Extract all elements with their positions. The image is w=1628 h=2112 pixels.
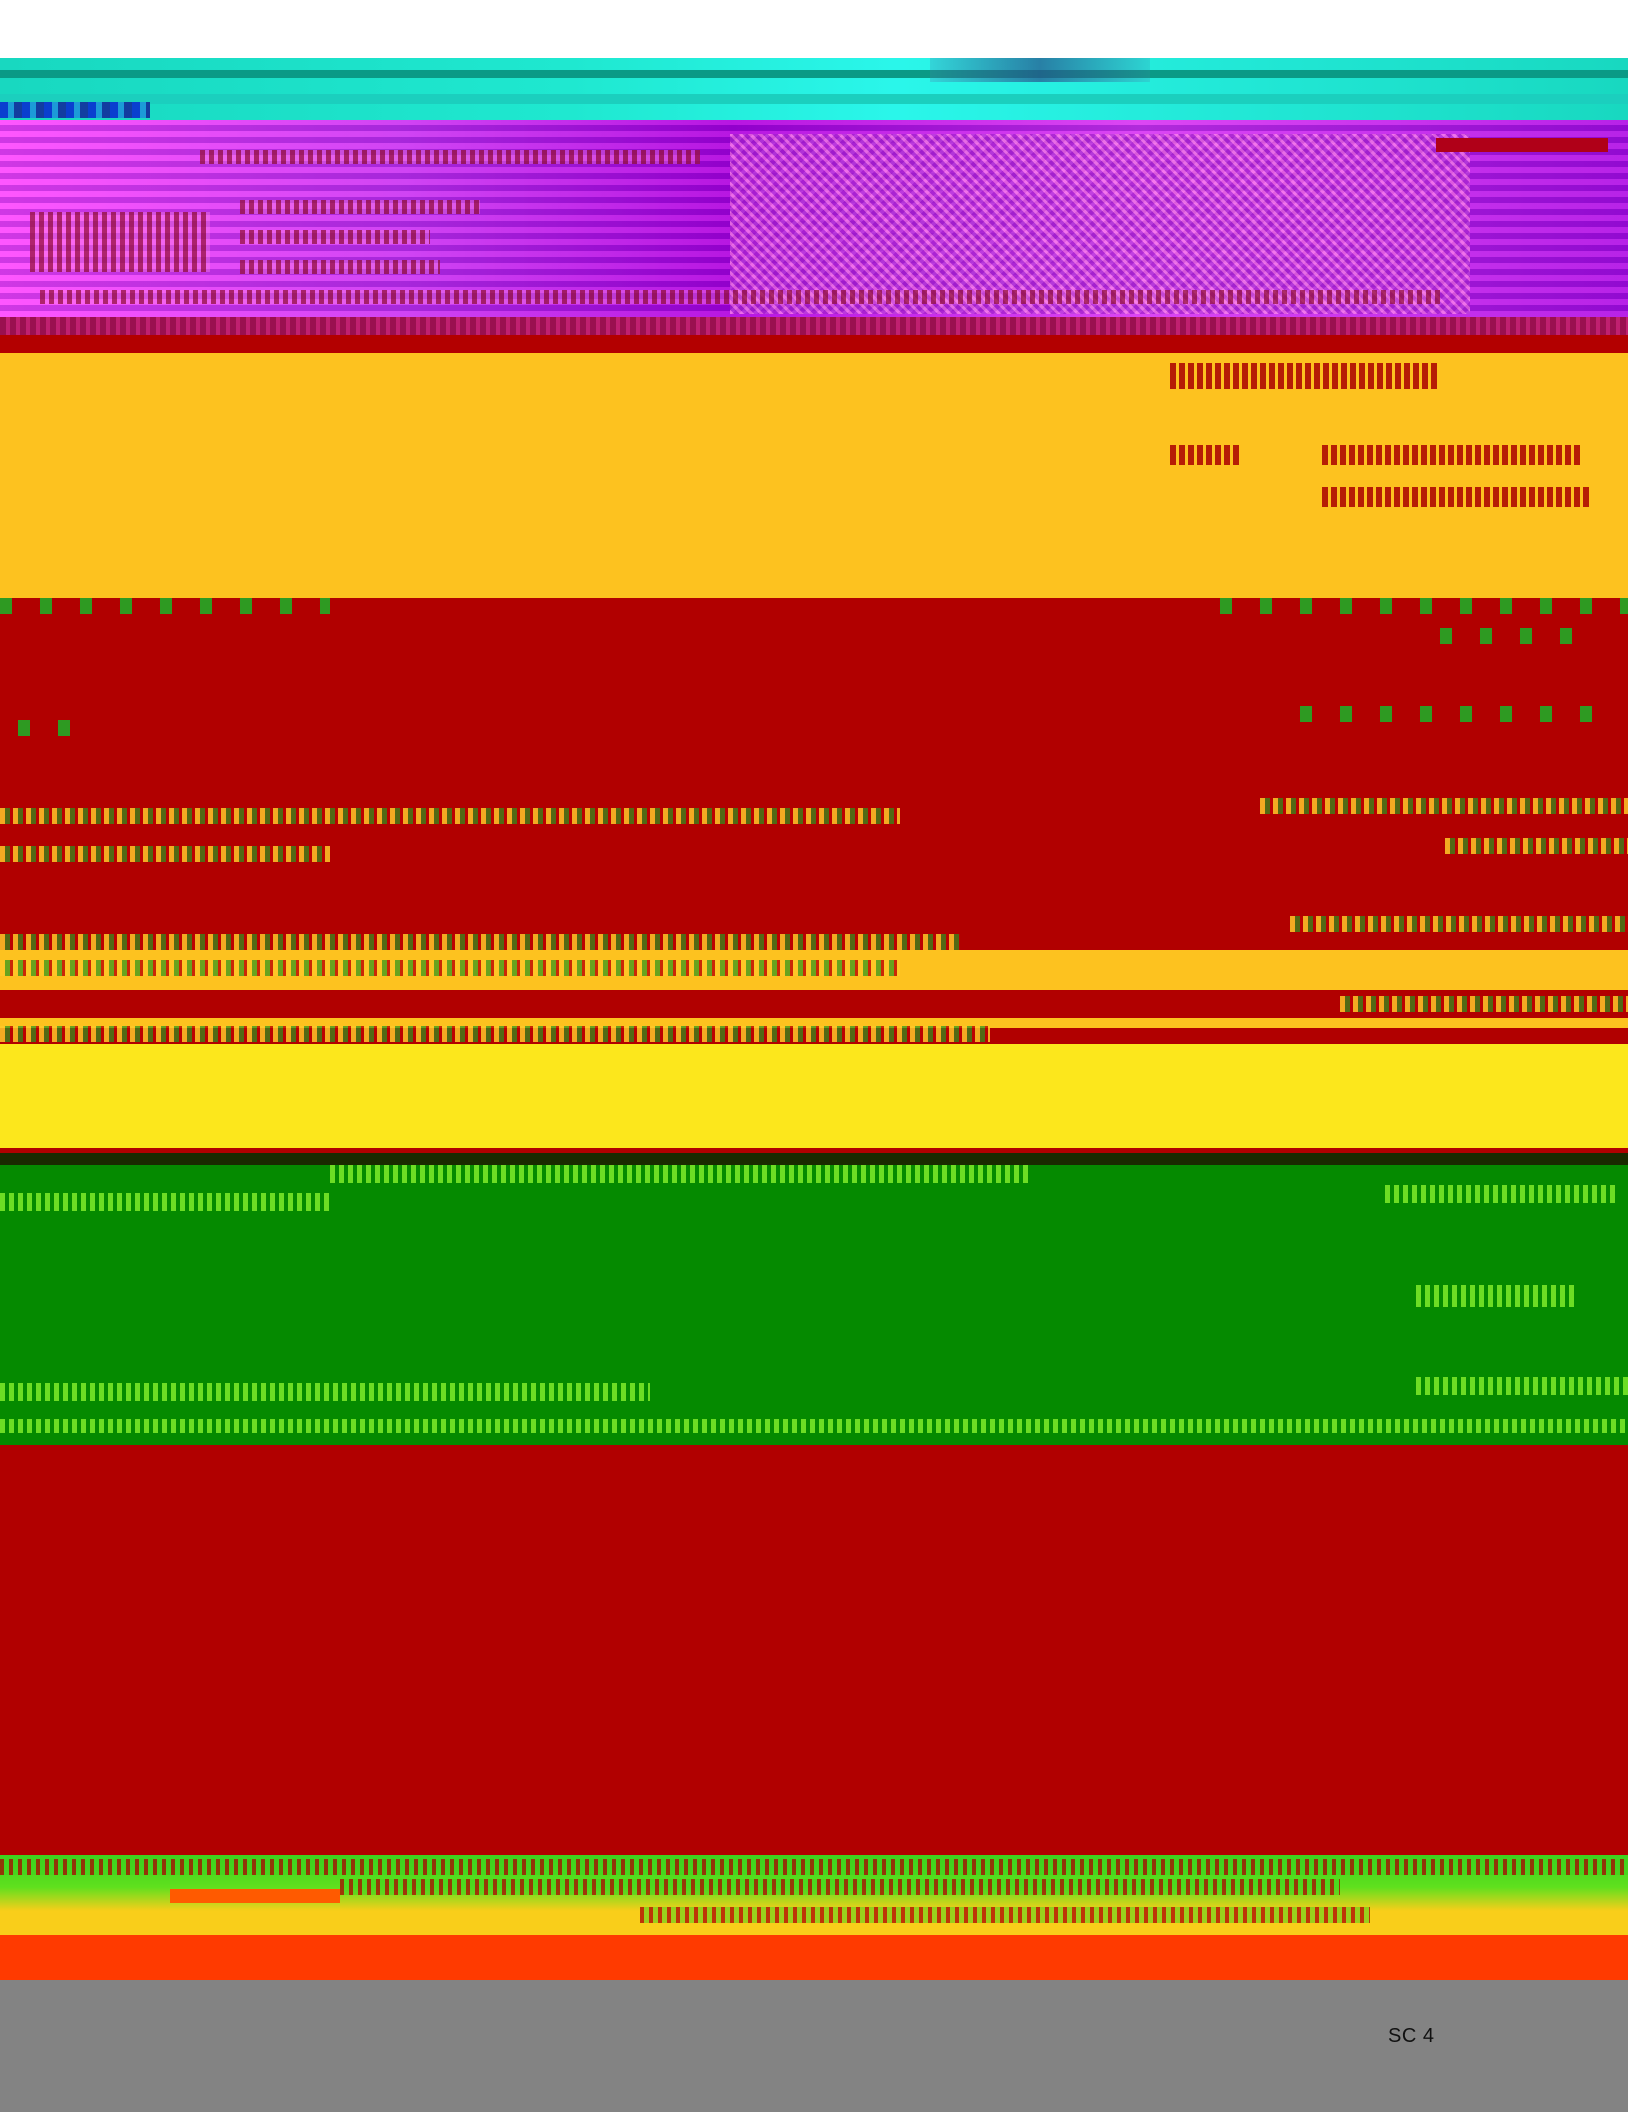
glitched-text-row bbox=[0, 934, 960, 950]
glitched-text bbox=[330, 1165, 1030, 1183]
cyan-glitch-strip bbox=[0, 58, 1628, 120]
page-label: SC 4 bbox=[1388, 2025, 1435, 2047]
orange-glitch-chip bbox=[170, 1889, 340, 1903]
glitched-text-row bbox=[1340, 996, 1628, 1012]
glitched-text bbox=[0, 1859, 1628, 1875]
glitched-text bbox=[340, 1879, 1340, 1895]
glitched-text-row bbox=[1290, 916, 1628, 932]
blue-glitch-chip bbox=[0, 102, 150, 118]
glitched-text bbox=[1170, 445, 1240, 465]
green-glitch-bits bbox=[0, 598, 330, 614]
glitched-text bbox=[640, 1907, 1370, 1923]
magenta-bottom-rule bbox=[0, 317, 1628, 335]
glitched-text-row bbox=[0, 808, 900, 824]
bright-yellow-block bbox=[0, 1044, 1628, 1148]
red-content-field bbox=[0, 598, 1628, 1153]
glitched-text-row bbox=[0, 960, 900, 976]
glitched-text-row bbox=[1445, 838, 1628, 854]
cyan-dark-line bbox=[0, 70, 1628, 78]
glitched-text bbox=[0, 1419, 1628, 1433]
green-panel bbox=[0, 1165, 1628, 1445]
cyan-mid-line bbox=[0, 94, 1628, 104]
green-glitch-bits bbox=[18, 720, 78, 736]
glitched-line bbox=[240, 230, 430, 244]
glitched-text bbox=[1322, 445, 1582, 465]
glitched-text-row bbox=[1260, 798, 1628, 814]
glitched-text bbox=[1322, 487, 1592, 507]
yellow-panel bbox=[0, 353, 1628, 598]
dark-separator bbox=[0, 1153, 1628, 1165]
glitched-line bbox=[240, 200, 480, 214]
glitched-text-row bbox=[0, 846, 330, 862]
green-glitch-bits bbox=[1220, 598, 1628, 614]
magenta-noise-block bbox=[730, 134, 1470, 314]
green-glitch-bits bbox=[1440, 628, 1600, 644]
magenta-header-band bbox=[0, 120, 1628, 335]
glitched-heading bbox=[200, 150, 700, 164]
red-rule bbox=[0, 335, 1628, 353]
orange-bar bbox=[0, 1935, 1628, 1998]
glitched-text bbox=[1170, 363, 1440, 389]
top-margin bbox=[0, 0, 1628, 58]
glitched-text bbox=[1416, 1377, 1628, 1395]
mixed-glitch-footer bbox=[0, 1855, 1628, 1935]
glitched-text bbox=[0, 1383, 650, 1401]
glitched-logo-block bbox=[30, 212, 210, 272]
glitched-line bbox=[240, 260, 440, 274]
glitched-text bbox=[1416, 1285, 1576, 1307]
glitched-line bbox=[40, 290, 1440, 304]
glitched-text bbox=[0, 1193, 330, 1211]
red-empty-field bbox=[0, 1445, 1628, 1871]
page: SC 4 bbox=[0, 0, 1628, 2112]
grey-blur-patch bbox=[930, 58, 1150, 82]
green-glitch-bits bbox=[1300, 706, 1620, 722]
red-glitch-chip bbox=[1436, 138, 1608, 152]
glitched-text bbox=[1385, 1185, 1615, 1203]
glitched-text-row bbox=[0, 1026, 990, 1042]
grey-footer: SC 4 bbox=[0, 1980, 1628, 2112]
